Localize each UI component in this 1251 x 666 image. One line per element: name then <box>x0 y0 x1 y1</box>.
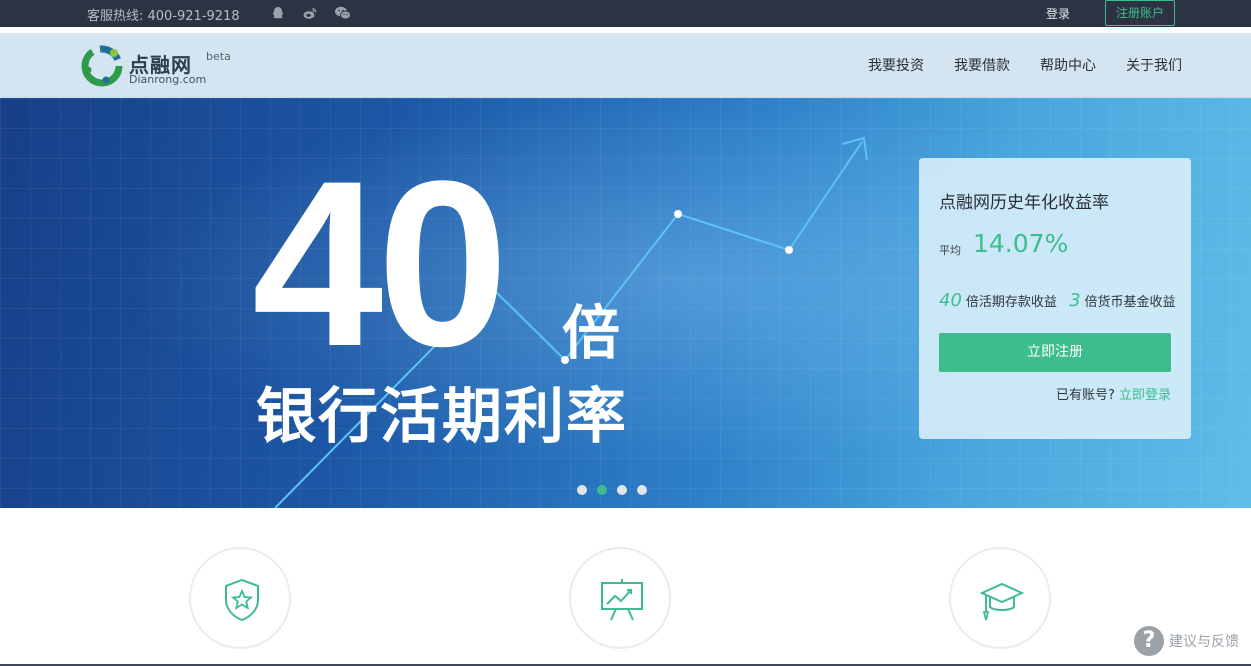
average-label: 平均 <box>939 244 961 257</box>
card-title: 点融网历史年化收益率 <box>939 193 1109 213</box>
register-now-button[interactable]: 立即注册 <box>939 333 1171 372</box>
weibo-icon[interactable] <box>302 5 320 21</box>
main-nav: 我要投资 我要借款 帮助中心 关于我们 <box>868 55 1182 75</box>
presentation-chart-icon <box>601 579 643 621</box>
carousel-dot-2[interactable] <box>597 485 607 495</box>
compare-demand-deposit-text: 倍活期存款收益 <box>965 295 1057 310</box>
logo-english-name: Dianrong.com <box>129 73 207 86</box>
nav-invest[interactable]: 我要投资 <box>868 55 924 75</box>
yield-rate-card: 点融网历史年化收益率 平均 14.07% 40 倍活期存款收益 3 倍货币基金收益 … <box>919 158 1191 439</box>
graduation-cap-icon <box>979 582 1025 621</box>
hero-big-number: 40 <box>252 132 509 396</box>
hero-subtitle: 银行活期利率 <box>256 382 628 452</box>
shield-star-icon <box>225 578 259 622</box>
nav-help-center[interactable]: 帮助中心 <box>1040 55 1096 75</box>
yield-comparison: 40 倍活期存款收益 3 倍货币基金收益 <box>939 290 1176 311</box>
site-logo[interactable]: 点融网 Dianrong.com beta <box>80 44 240 88</box>
feature-education[interactable] <box>949 547 1051 649</box>
qq-icon[interactable] <box>270 5 288 21</box>
hero-banner[interactable]: 40 倍 银行活期利率 点融网历史年化收益率 平均 14.07% 40 倍活期存款… <box>0 98 1251 508</box>
feature-returns[interactable] <box>569 547 671 649</box>
feature-security[interactable] <box>189 547 291 649</box>
carousel-dots <box>577 485 647 495</box>
register-account-button[interactable]: 注册账户 <box>1105 0 1175 26</box>
hero-multiplier: 倍 <box>562 299 621 367</box>
login-link[interactable]: 登录 <box>1046 5 1070 22</box>
beta-badge: beta <box>206 50 231 63</box>
top-bar: 客服热线: 400-921-9218 登录 注册账户 <box>0 0 1251 27</box>
login-now-link[interactable]: 立即登录 <box>1119 388 1171 403</box>
wechat-icon[interactable] <box>334 5 352 21</box>
login-prompt: 已有账号? 立即登录 <box>1056 384 1171 403</box>
carousel-dot-4[interactable] <box>637 485 647 495</box>
nav-about-us[interactable]: 关于我们 <box>1126 55 1182 75</box>
average-rate: 14.07% <box>973 229 1069 258</box>
feedback-button[interactable]: ? 建议与反馈 <box>1134 626 1239 656</box>
feedback-label: 建议与反馈 <box>1169 634 1239 650</box>
carousel-dot-1[interactable] <box>577 485 587 495</box>
have-account-text: 已有账号? <box>1055 388 1115 403</box>
nav-borrow[interactable]: 我要借款 <box>954 55 1010 75</box>
social-icons <box>270 5 352 21</box>
compare-demand-deposit-number: 40 <box>939 290 962 311</box>
compare-money-fund-text: 倍货币基金收益 <box>1084 295 1176 310</box>
question-icon: ? <box>1134 626 1164 656</box>
compare-money-fund-number: 3 <box>1069 290 1081 311</box>
main-header: 点融网 Dianrong.com beta 我要投资 我要借款 帮助中心 关于我… <box>0 33 1251 98</box>
carousel-dot-3[interactable] <box>617 485 627 495</box>
customer-hotline: 客服热线: 400-921-9218 <box>87 9 240 24</box>
logo-mark-icon <box>81 45 123 87</box>
